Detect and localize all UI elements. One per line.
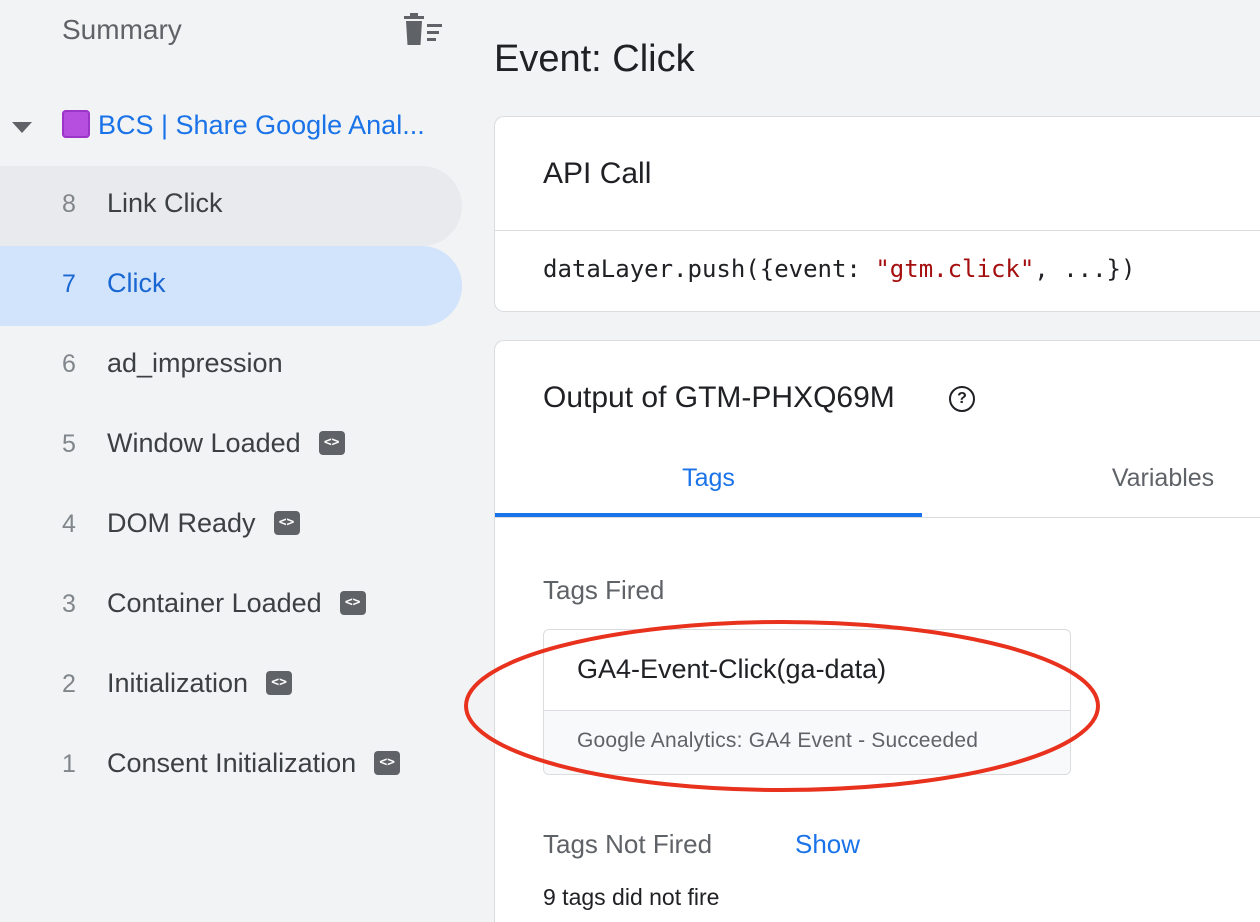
event-item-container-loaded[interactable]: 3 Container Loaded <> bbox=[0, 566, 462, 646]
event-number: 1 bbox=[62, 750, 76, 778]
code-prefix: dataLayer.push({event: bbox=[543, 255, 876, 283]
event-item-window-loaded[interactable]: 5 Window Loaded <> bbox=[0, 406, 462, 486]
code-icon: <> bbox=[273, 510, 300, 535]
event-item-dom-ready[interactable]: 4 DOM Ready <> bbox=[0, 486, 462, 566]
event-number: 8 bbox=[62, 190, 76, 218]
event-label: DOM Ready <> bbox=[107, 508, 300, 539]
api-call-title: API Call bbox=[543, 157, 652, 190]
event-item-consent-initialization[interactable]: 1 Consent Initialization <> bbox=[0, 726, 462, 806]
tags-fired-label: Tags Fired bbox=[543, 575, 665, 605]
event-label-text: Initialization bbox=[107, 668, 249, 698]
event-number: 7 bbox=[62, 270, 76, 298]
event-label: Initialization <> bbox=[107, 668, 293, 699]
fired-tag-status-band: Google Analytics: GA4 Event - Succeeded bbox=[544, 710, 1070, 774]
caret-down-icon[interactable] bbox=[12, 122, 32, 133]
event-number: 4 bbox=[62, 510, 76, 538]
output-title: Output of GTM-PHXQ69M bbox=[543, 381, 895, 414]
summary-row[interactable]: Summary bbox=[0, 0, 462, 62]
not-fired-count: 9 tags did not fire bbox=[543, 884, 720, 910]
output-card: Output of GTM-PHXQ69M ? Tags Variables T… bbox=[494, 340, 1260, 922]
tab-variables[interactable]: Variables bbox=[1055, 439, 1260, 517]
tags-not-fired-label: Tags Not Fired bbox=[543, 829, 713, 859]
event-label-text: DOM Ready bbox=[107, 508, 256, 538]
fired-tag-card[interactable]: GA4-Event-Click(ga-data) Google Analytic… bbox=[543, 629, 1071, 775]
tab-tags[interactable]: Tags bbox=[495, 439, 922, 517]
event-label-text: Window Loaded bbox=[107, 428, 301, 458]
event-label: Window Loaded <> bbox=[107, 428, 345, 459]
event-label-text: Container Loaded bbox=[107, 588, 322, 618]
tabs-divider bbox=[495, 517, 1260, 518]
event-label: ad_impression bbox=[107, 348, 283, 379]
container-color-icon bbox=[62, 110, 90, 138]
event-number: 5 bbox=[62, 430, 76, 458]
page-title: Event: Click bbox=[494, 38, 695, 80]
code-icon: <> bbox=[374, 750, 401, 775]
code-string: "gtm.click" bbox=[875, 255, 1035, 283]
fired-tag-status: Google Analytics: GA4 Event - Succeeded bbox=[577, 729, 979, 752]
event-label-text: Link Click bbox=[107, 188, 223, 218]
fired-tag-name: GA4-Event-Click(ga-data) bbox=[577, 654, 887, 684]
event-label-text: Click bbox=[107, 268, 166, 298]
event-item-click[interactable]: 7 Click bbox=[0, 246, 462, 326]
event-number: 6 bbox=[62, 350, 76, 378]
event-label: Consent Initialization <> bbox=[107, 748, 401, 779]
event-label-text: ad_impression bbox=[107, 348, 283, 378]
help-icon[interactable]: ? bbox=[949, 386, 975, 412]
event-item-ad-impression[interactable]: 6 ad_impression bbox=[0, 326, 462, 406]
sidebar: Summary BCS | Share Google Anal... 8 Lin… bbox=[0, 0, 462, 922]
code-icon: <> bbox=[339, 590, 366, 615]
main-panel: Event: Click API Call dataLayer.push({ev… bbox=[494, 0, 1260, 922]
api-call-card: API Call dataLayer.push({event: "gtm.cli… bbox=[494, 116, 1260, 312]
divider bbox=[495, 230, 1260, 231]
clear-messages-icon[interactable] bbox=[400, 12, 444, 48]
summary-label: Summary bbox=[62, 14, 182, 45]
event-item-initialization[interactable]: 2 Initialization <> bbox=[0, 646, 462, 726]
event-label: Container Loaded <> bbox=[107, 588, 366, 619]
code-suffix: , ...}) bbox=[1034, 255, 1136, 283]
event-label: Link Click bbox=[107, 188, 223, 219]
api-call-code: dataLayer.push({event: "gtm.click", ...}… bbox=[543, 255, 1135, 283]
event-label: Click bbox=[107, 268, 166, 299]
event-number: 3 bbox=[62, 590, 76, 618]
container-label: BCS | Share Google Anal... bbox=[98, 110, 425, 140]
event-number: 2 bbox=[62, 670, 76, 698]
code-icon: <> bbox=[318, 430, 345, 455]
show-not-fired-link[interactable]: Show bbox=[795, 829, 860, 860]
container-row[interactable]: BCS | Share Google Anal... bbox=[0, 100, 462, 154]
event-label-text: Consent Initialization bbox=[107, 748, 357, 778]
event-item-link-click[interactable]: 8 Link Click bbox=[0, 166, 462, 246]
code-icon: <> bbox=[266, 670, 293, 695]
